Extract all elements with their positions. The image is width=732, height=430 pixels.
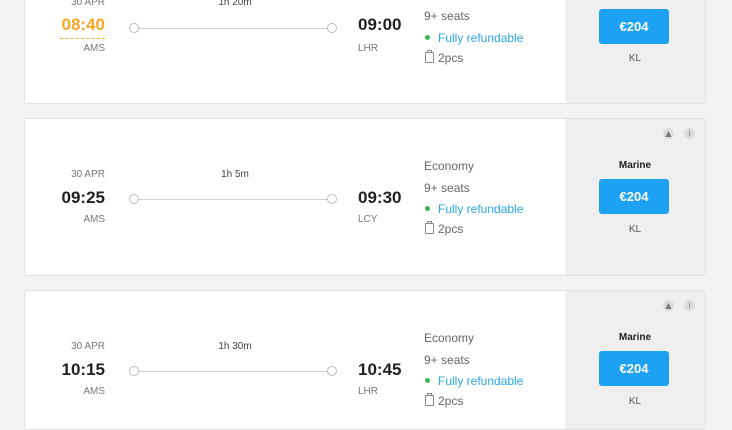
select-price-button[interactable]: €204: [599, 9, 669, 44]
baggage-info: 2pcs: [425, 393, 463, 408]
flight-card[interactable]: ▲ i 30 APR 1h 5m 09:25 AMS 09:30 LCY Eco…: [24, 118, 706, 276]
info-icon[interactable]: i: [684, 128, 695, 139]
route-line: [135, 28, 333, 29]
luggage-icon: [425, 221, 434, 235]
departure-airport: AMS: [83, 43, 105, 54]
airline-name: Marine: [618, 332, 652, 343]
departure-airport: AMS: [83, 386, 105, 397]
airline-code: KL: [628, 224, 642, 235]
arrival-time: 09:30: [358, 188, 402, 207]
departure-time: 08:40: [25, 15, 105, 39]
flight-duration: 1h 5m: [221, 169, 249, 180]
origin-dot-icon: [129, 23, 139, 33]
luggage-icon: [425, 50, 434, 64]
destination-dot-icon: [327, 194, 337, 204]
arrival-airport: LHR: [358, 43, 379, 54]
departure-date: 30 APR: [71, 0, 105, 8]
route-line: [135, 199, 333, 200]
refund-status: Fully refundable: [425, 202, 523, 216]
info-icon[interactable]: i: [684, 300, 695, 311]
refund-status: Fully refundable: [425, 374, 523, 388]
chart-icon[interactable]: ▲: [663, 128, 674, 139]
airline-code: KL: [628, 396, 642, 407]
status-dot-icon: [425, 206, 430, 212]
cabin-class: Economy: [424, 331, 475, 345]
route-line: [135, 371, 333, 372]
departure-date: 30 APR: [71, 169, 105, 180]
origin-dot-icon: [129, 194, 139, 204]
airline-name: Marine: [618, 160, 652, 171]
arrival-time: 10:45: [358, 360, 402, 379]
chart-icon[interactable]: ▲: [663, 300, 674, 311]
departure-date: 30 APR: [71, 341, 105, 352]
flight-duration: 1h 30m: [218, 341, 252, 352]
luggage-icon: [425, 393, 434, 407]
departure-time: 09:25: [61, 188, 105, 207]
seats-available: 9+ seats: [424, 9, 470, 23]
flight-card[interactable]: 30 APR 1h 20m 08:40 AMS 09:00 LHR 9+ sea…: [24, 0, 706, 104]
departure-airport: AMS: [83, 214, 105, 225]
flight-card[interactable]: ▲ i 30 APR 1h 30m 10:15 AMS 10:45 LHR Ec…: [24, 290, 706, 430]
departure-time: 10:15: [61, 360, 105, 379]
flight-duration: 1h 20m: [218, 0, 252, 8]
baggage-info: 2pcs: [425, 221, 463, 236]
cabin-class: Economy: [424, 159, 475, 173]
origin-dot-icon: [129, 366, 139, 376]
seats-available: 9+ seats: [424, 353, 470, 367]
arrival-airport: LHR: [358, 386, 379, 397]
baggage-info: 2pcs: [425, 50, 463, 65]
destination-dot-icon: [327, 366, 337, 376]
select-price-button[interactable]: €204: [599, 179, 669, 214]
refund-status: Fully refundable: [425, 31, 523, 45]
status-dot-icon: [425, 378, 430, 384]
arrival-time: 09:00: [358, 15, 402, 34]
destination-dot-icon: [327, 23, 337, 33]
select-price-button[interactable]: €204: [599, 351, 669, 386]
seats-available: 9+ seats: [424, 181, 470, 195]
status-dot-icon: [425, 35, 430, 41]
arrival-airport: LCY: [358, 214, 378, 225]
airline-code: KL: [628, 53, 642, 64]
